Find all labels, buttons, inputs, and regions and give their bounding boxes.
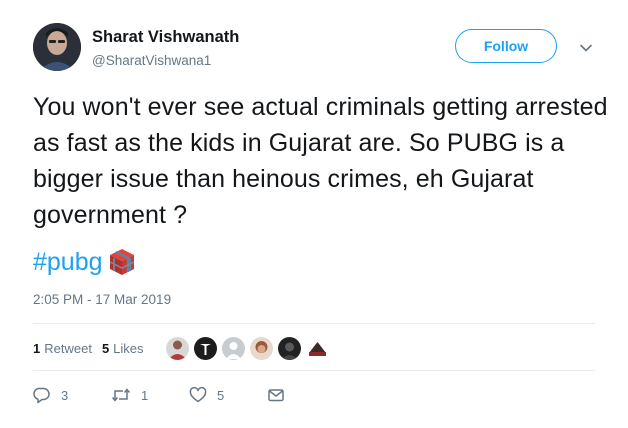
envelope-icon [267, 386, 285, 404]
retweet-action[interactable]: 1 [111, 386, 151, 404]
likes-stat-label: Likes [113, 340, 144, 356]
avatar[interactable] [33, 23, 81, 71]
author-handle[interactable]: @SharatVishwana1 [92, 53, 211, 68]
like-count: 5 [217, 387, 225, 403]
likes-stat-count: 5 [101, 340, 110, 356]
divider [33, 323, 595, 324]
liker-avatar-3[interactable] [221, 336, 245, 360]
tweet-timestamp[interactable]: 2:05 PM - 17 Mar 2019 [33, 292, 171, 307]
direct-message-action[interactable] [267, 386, 285, 404]
liker-avatar-4[interactable] [249, 336, 273, 360]
liker-avatar-5[interactable] [277, 336, 301, 360]
retweet-icon [111, 386, 131, 404]
retweets-stat[interactable]: 1 Retweet [33, 341, 92, 356]
chevron-down-icon[interactable] [578, 40, 594, 56]
reply-count: 3 [61, 387, 69, 403]
reply-icon [33, 386, 51, 404]
liker-avatar-6[interactable] [305, 336, 329, 360]
action-bar: 3 1 5 [33, 381, 285, 409]
liker-avatar-2[interactable] [193, 336, 217, 360]
tweet-card: Sharat Vishwanath @SharatVishwana1 Follo… [0, 0, 628, 428]
tweet-text: You won't ever see actual criminals gett… [33, 93, 608, 229]
follow-button[interactable]: Follow [455, 29, 557, 63]
author-display-name[interactable]: Sharat Vishwanath [92, 28, 239, 47]
reply-action[interactable]: 3 [33, 386, 73, 404]
hashtag-link[interactable]: #pubg [33, 248, 103, 277]
hashtag-row: #pubg [33, 242, 139, 282]
retweet-count: 1 [141, 387, 149, 403]
retweets-stat-label: Retweet [44, 340, 92, 356]
airdrop-crate-icon [105, 245, 139, 279]
liker-avatars [165, 336, 334, 360]
heart-icon [189, 386, 207, 404]
retweets-stat-count: 1 [33, 340, 41, 356]
likes-stat[interactable]: 5 Likes [102, 341, 144, 356]
divider [33, 370, 595, 371]
engagement-stats: 1 Retweet 5 Likes [33, 330, 334, 366]
like-action[interactable]: 5 [189, 386, 229, 404]
liker-avatar-1[interactable] [165, 336, 189, 360]
